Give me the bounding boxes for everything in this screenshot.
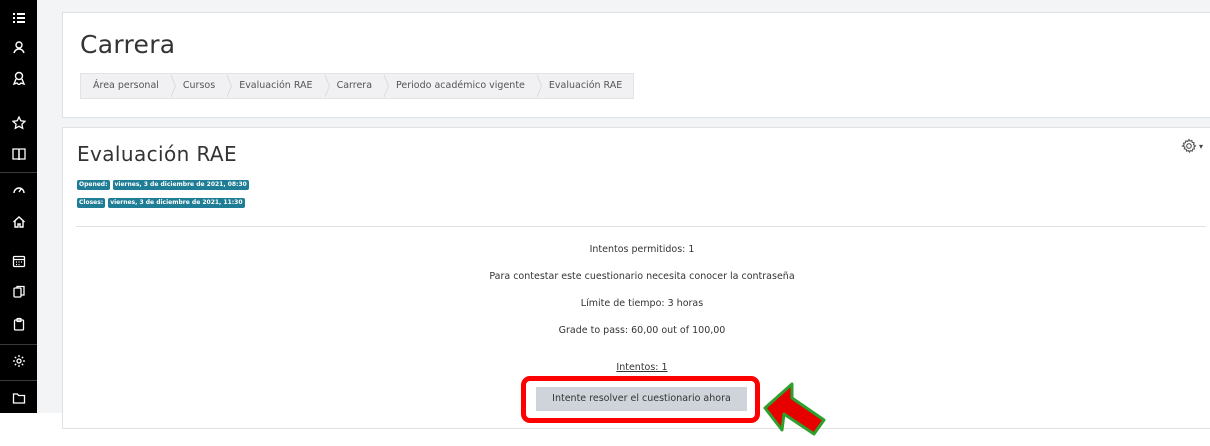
breadcrumb-item-evaluacion-rae[interactable]: Evaluación RAE: [226, 74, 330, 98]
folder-icon[interactable]: [0, 386, 37, 410]
opened-date: viernes, 3 de diciembre de 2021, 08:30: [112, 180, 249, 190]
user-graduate-icon[interactable]: [0, 35, 37, 59]
files-icon[interactable]: [0, 280, 37, 304]
closes-label: Closes:: [77, 198, 106, 208]
page-title: Carrera: [80, 30, 176, 59]
section-divider: [76, 226, 1206, 227]
gear-icon: [1181, 138, 1197, 154]
activity-settings-menu[interactable]: ▾: [1181, 138, 1210, 154]
breadcrumb-item-area-personal[interactable]: Área personal: [81, 74, 176, 98]
rail-divider: [0, 344, 37, 345]
chevron-down-icon: ▾: [1199, 141, 1204, 151]
quiz-title: Evaluación RAE: [77, 142, 238, 166]
arrow-annotation-icon: [763, 382, 826, 436]
grade-to-pass-text: Grade to pass: 60,00 out of 100,00: [558, 325, 726, 336]
time-limit-text: Límite de tiempo: 3 horas: [580, 298, 704, 309]
home-icon[interactable]: [0, 210, 37, 234]
award-icon[interactable]: [0, 66, 37, 90]
highlight-annotation-box: [521, 376, 760, 423]
page-header: [62, 12, 1210, 118]
dashboard-icon[interactable]: [0, 178, 37, 202]
attempts-allowed-text: Intentos permitidos: 1: [589, 244, 695, 255]
closes-date: viernes, 3 de diciembre de 2021, 11:30: [108, 198, 245, 208]
list-icon[interactable]: [0, 6, 37, 30]
opened-date-row: Opened: viernes, 3 de diciembre de 2021,…: [77, 180, 249, 190]
book-icon[interactable]: [0, 142, 37, 166]
rail-divider: [0, 172, 37, 173]
rail-divider: [0, 380, 37, 381]
password-required-text: Para contestar este cuestionario necesit…: [489, 271, 795, 282]
closes-date-row: Closes: viernes, 3 de diciembre de 2021,…: [77, 198, 245, 208]
breadcrumb: Área personal Cursos Evaluación RAE Carr…: [80, 73, 635, 99]
star-icon[interactable]: [0, 111, 37, 135]
gear-icon[interactable]: [0, 349, 37, 373]
breadcrumb-item-carrera[interactable]: Carrera: [324, 74, 390, 98]
breadcrumb-item-periodo[interactable]: Periodo académico vigente: [383, 74, 542, 98]
opened-label: Opened:: [77, 180, 110, 190]
clipboard-icon[interactable]: [0, 312, 37, 336]
attempts-link[interactable]: Intentos: 1: [62, 362, 1210, 373]
nav-drawer-rail: [0, 0, 37, 413]
breadcrumb-item-current[interactable]: Evaluación RAE: [536, 74, 633, 98]
calendar-icon[interactable]: [0, 249, 37, 273]
breadcrumb-item-cursos[interactable]: Cursos: [170, 74, 233, 98]
